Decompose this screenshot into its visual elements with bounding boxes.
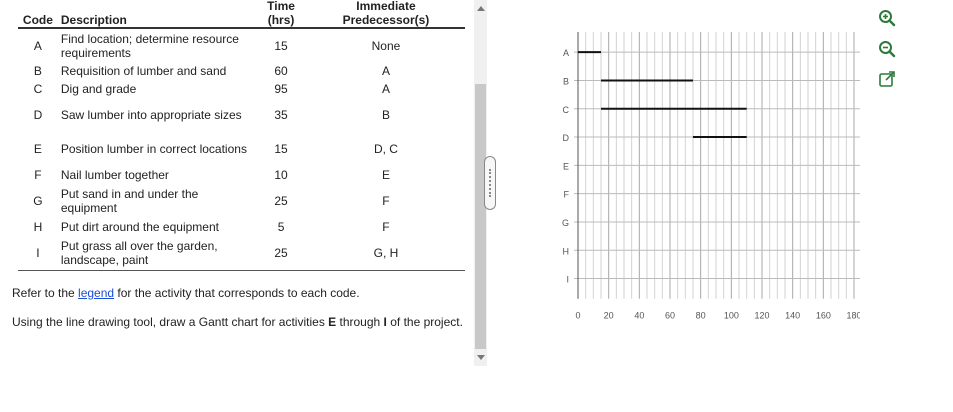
row-predecessors: D, C <box>373 142 398 156</box>
row-time: 10 <box>274 168 288 182</box>
row-predecessors: E <box>381 168 390 182</box>
refer-prefix: Refer to the <box>12 286 79 300</box>
row-time: 5 <box>277 220 285 234</box>
row-time: 35 <box>274 108 288 122</box>
row-time: 95 <box>274 82 288 96</box>
instructions: Refer to the legend for the activity tha… <box>12 286 464 344</box>
row-predecessors: F <box>382 194 390 208</box>
row-predecessors: B <box>381 108 390 122</box>
zoom-out-icon[interactable] <box>877 39 897 59</box>
scroll-down-arrow-icon[interactable] <box>477 355 485 360</box>
x-tick-label: 120 <box>754 311 769 321</box>
row-predecessors: G, H <box>306 236 465 271</box>
y-tick-label: H <box>563 246 570 256</box>
pane-splitter-handle[interactable] <box>484 156 496 210</box>
table-row: H Put dirt around the equipment 5 F <box>18 218 465 236</box>
row-code: I <box>18 236 58 271</box>
row-description: Saw lumber into appropriate sizes <box>60 108 242 122</box>
row-code: E <box>33 142 42 156</box>
x-tick-label: 100 <box>724 311 739 321</box>
y-tick-label: B <box>563 76 569 86</box>
row-predecessors: A <box>381 64 390 78</box>
gantt-chart[interactable]: A B C D E F G H I 0 20 40 60 80 100 120 140 160 180 <box>560 30 860 330</box>
col-header-time-line2: (hrs) <box>267 13 295 27</box>
col-header-pred-line2: Predecessor(s) <box>342 13 430 27</box>
zoom-in-icon[interactable] <box>877 8 897 28</box>
graph-toolbar <box>877 8 899 101</box>
row-code: A <box>33 38 42 53</box>
row-time: 60 <box>274 64 288 78</box>
row-code: H <box>33 220 43 234</box>
x-tick-label: 40 <box>634 311 644 321</box>
x-tick-label: 180 <box>846 311 860 321</box>
instruction-refer: Refer to the legend for the activity tha… <box>12 286 464 301</box>
x-tick-label: 140 <box>785 311 800 321</box>
question-panel: Code Description Time (hrs) Immediate Pr… <box>0 0 470 412</box>
table-header-row: Code Description Time (hrs) Immediate Pr… <box>18 0 465 29</box>
scrollbar-thumb[interactable] <box>475 84 486 349</box>
x-tick-label: 0 <box>575 311 580 321</box>
row-description: Put grass all over the garden, landscape… <box>57 236 256 271</box>
col-header-code: Code <box>18 0 58 29</box>
row-code: B <box>33 64 42 78</box>
row-description: Position lumber in correct locations <box>60 142 247 156</box>
row-time: 25 <box>274 194 288 208</box>
task-suffix: of the project. <box>386 315 463 329</box>
row-description: Put sand in and under the equipment <box>60 187 199 215</box>
col-header-pred-line1: Immediate <box>356 0 416 13</box>
table-row: C Dig and grade 95 A <box>18 80 465 98</box>
row-code: C <box>33 82 43 96</box>
row-code: G <box>33 194 43 208</box>
row-predecessors: F <box>382 220 390 234</box>
row-predecessors: A <box>381 82 390 96</box>
table-row: D Saw lumber into appropriate sizes 35 B <box>18 98 465 132</box>
row-code: D <box>33 108 43 122</box>
row-time: 15 <box>274 142 288 156</box>
row-time: 15 <box>274 38 288 53</box>
legend-link[interactable]: legend <box>78 286 114 300</box>
y-tick-label: E <box>563 161 569 171</box>
row-predecessors: None <box>371 38 401 53</box>
table-row: F Nail lumber together 10 E <box>18 166 465 184</box>
y-tick-label: A <box>563 48 569 58</box>
activity-table: Code Description Time (hrs) Immediate Pr… <box>18 0 465 271</box>
row-description: Put dirt around the equipment <box>60 220 219 234</box>
col-header-description: Description <box>57 0 256 29</box>
table-row: E Position lumber in correct locations 15 D… <box>18 132 465 166</box>
expand-icon[interactable] <box>877 70 897 90</box>
instruction-task: Using the line drawing tool, draw a Gant… <box>12 315 464 330</box>
y-tick-label: D <box>563 133 570 143</box>
row-code: F <box>34 168 42 182</box>
x-tick-label: 160 <box>816 311 831 321</box>
x-tick-label: 80 <box>696 311 706 321</box>
y-tick-label: I <box>566 275 569 285</box>
row-description: Find location; determine resource requir… <box>60 31 239 60</box>
x-tick-label: 20 <box>604 311 614 321</box>
grip-dots-icon <box>489 169 493 197</box>
col-header-time: Time (hrs) <box>255 0 307 29</box>
table-row: I Put grass all over the garden, landscap… <box>18 236 465 271</box>
scroll-up-arrow-icon[interactable] <box>477 6 485 11</box>
task-middle: through <box>336 315 384 329</box>
table-row: B Requisition of lumber and sand 60 A <box>18 62 465 80</box>
y-tick-label: F <box>564 190 570 200</box>
col-header-time-line1: Time <box>267 0 295 13</box>
col-header-predecessors: Immediate Predecessor(s) <box>306 0 465 29</box>
task-from: E <box>328 315 337 329</box>
refer-suffix: for the activity that corresponds to eac… <box>114 286 360 300</box>
row-description: Requisition of lumber and sand <box>60 64 227 78</box>
y-tick-label: C <box>563 105 570 115</box>
table-row: A Find location; determine resource requi… <box>18 28 465 62</box>
row-description: Dig and grade <box>60 82 137 96</box>
row-time: 25 <box>255 236 307 271</box>
task-prefix: Using the line drawing tool, draw a Gant… <box>12 315 329 329</box>
x-tick-label: 60 <box>665 311 675 321</box>
table-row: G Put sand in and under the equipment 25 F <box>18 184 465 218</box>
y-tick-label: G <box>562 218 569 228</box>
row-description: Nail lumber together <box>60 168 169 182</box>
